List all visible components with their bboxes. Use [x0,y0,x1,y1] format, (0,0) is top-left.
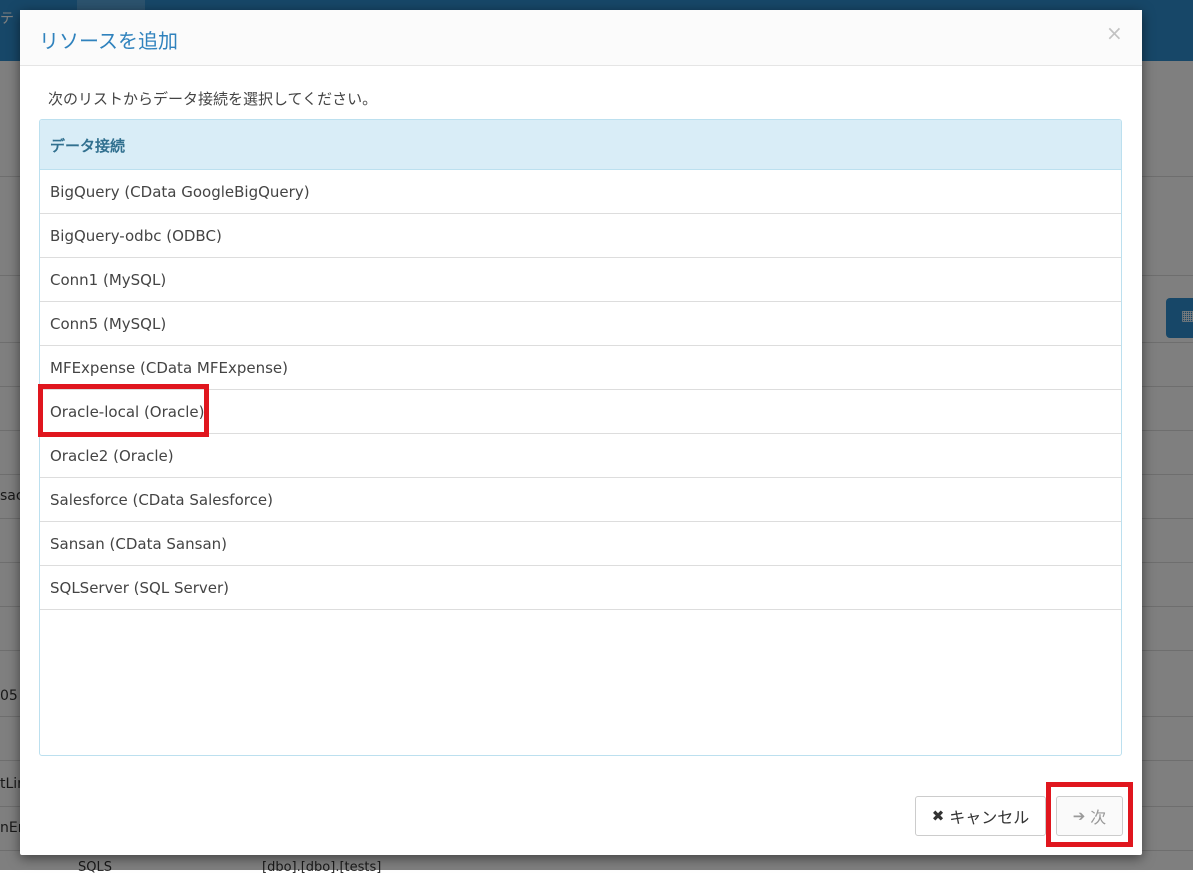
modal-title: リソースを追加 [39,29,178,53]
next-label: 次 [1090,808,1107,827]
list-item-sqlserver[interactable]: SQLServer (SQL Server) [40,566,1121,610]
cancel-label: キャンセル [949,808,1030,827]
list-item-oracle2[interactable]: Oracle2 (Oracle) [40,434,1121,478]
add-resource-dialog: リソースを追加 × 次のリストからデータ接続を選択してください。 データ接続 B… [20,10,1142,855]
list-item-conn5[interactable]: Conn5 (MySQL) [40,302,1121,346]
cancel-button[interactable]: ✖ キャンセル [915,796,1046,836]
list-item-salesforce[interactable]: Salesforce (CData Salesforce) [40,478,1121,522]
close-icon[interactable]: × [1106,23,1123,43]
list-item-bigquery-odbc[interactable]: BigQuery-odbc (ODBC) [40,214,1121,258]
list-item-mfexpense[interactable]: MFExpense (CData MFExpense) [40,346,1121,390]
list-header: データ接続 [40,120,1121,170]
data-connection-list: データ接続 BigQuery (CData GoogleBigQuery) Bi… [39,119,1122,756]
instruction-text: 次のリストからデータ接続を選択してください。 [48,90,378,108]
close-icon: ✖ [931,807,945,825]
list-item-oracle-local[interactable]: Oracle-local (Oracle) [40,390,1121,434]
arrow-right-icon: ➔ [1072,807,1086,825]
list-item-bigquery[interactable]: BigQuery (CData GoogleBigQuery) [40,170,1121,214]
list-item-conn1[interactable]: Conn1 (MySQL) [40,258,1121,302]
next-button[interactable]: ➔ 次 [1056,796,1123,836]
list-item-sansan[interactable]: Sansan (CData Sansan) [40,522,1121,566]
modal-header: リソースを追加 × [20,10,1142,66]
